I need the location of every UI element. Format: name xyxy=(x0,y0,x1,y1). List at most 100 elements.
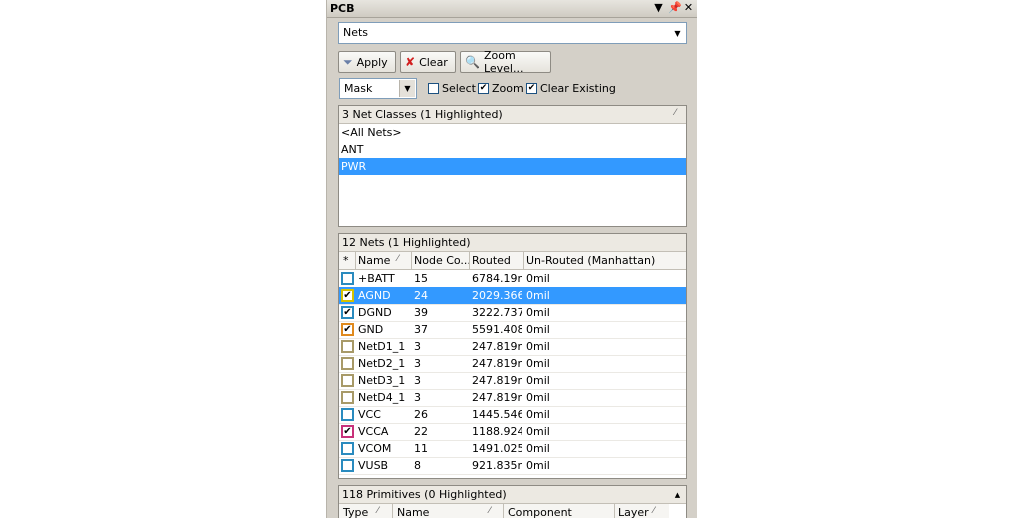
net-highlight-checkbox[interactable] xyxy=(341,459,354,472)
col-name[interactable]: Name xyxy=(358,254,390,267)
select-option-label: Select xyxy=(442,82,476,95)
net-highlight-checkbox[interactable] xyxy=(341,408,354,421)
net-unrouted-cell: 0mil xyxy=(526,459,550,472)
net-highlight-checkbox[interactable] xyxy=(341,374,354,387)
net-unrouted-cell: 0mil xyxy=(526,289,550,302)
net-unrouted-cell: 0mil xyxy=(526,442,550,455)
net-highlight-checkbox[interactable] xyxy=(341,442,354,455)
net-highlight-checkbox[interactable]: ✔ xyxy=(341,323,354,336)
table-row[interactable]: VCC 26 1445.546mil 0mil xyxy=(339,406,686,424)
nets-header-label: 12 Nets (1 Highlighted) xyxy=(342,236,471,249)
net-nodes-cell: 37 xyxy=(414,323,428,336)
net-class-item[interactable]: PWR xyxy=(339,158,686,175)
table-row[interactable]: NetD2_1 3 247.819mil 0mil xyxy=(339,355,686,373)
column-divider[interactable] xyxy=(411,252,412,269)
zoom-level-button[interactable]: 🔍 Zoom Level... xyxy=(460,49,551,75)
mode-select[interactable]: Nets ▼ xyxy=(338,22,687,44)
column-divider[interactable] xyxy=(355,252,356,269)
table-row[interactable]: NetD4_1 3 247.819mil 0mil xyxy=(339,389,686,407)
column-divider[interactable] xyxy=(503,504,504,518)
zoom-checkbox[interactable]: ✔ xyxy=(478,83,489,94)
magnifier-icon: 🔍 xyxy=(465,55,480,69)
net-name-cell: AGND xyxy=(358,289,391,302)
net-highlight-checkbox[interactable] xyxy=(341,272,354,285)
table-row[interactable]: VUSB 8 921.835mil 0mil xyxy=(339,457,686,475)
clear-existing-checkbox[interactable]: ✔ xyxy=(526,83,537,94)
col-star[interactable]: * xyxy=(343,254,349,267)
col-type[interactable]: Type xyxy=(343,506,368,518)
column-divider[interactable] xyxy=(392,504,393,518)
column-divider[interactable] xyxy=(523,252,524,269)
table-row[interactable]: ✔ AGND 24 2029.366mil 0mil xyxy=(339,287,686,305)
pin-icon[interactable]: 📌 xyxy=(668,1,682,15)
col-layer[interactable]: Layer xyxy=(618,506,649,518)
table-row[interactable]: NetD3_1 3 247.819mil 0mil xyxy=(339,372,686,390)
net-name-cell: VCOM xyxy=(358,442,392,455)
table-row[interactable]: VCOM 11 1491.025mil 0mil xyxy=(339,440,686,458)
select-checkbox[interactable] xyxy=(428,83,439,94)
checkmark-icon: ✔ xyxy=(343,426,352,437)
chevron-down-icon[interactable]: ▼ xyxy=(399,80,415,97)
net-unrouted-cell: 0mil xyxy=(526,391,550,404)
col-routed[interactable]: Routed xyxy=(472,254,511,267)
net-nodes-cell: 24 xyxy=(414,289,428,302)
net-unrouted-cell: 0mil xyxy=(526,323,550,336)
net-highlight-checkbox[interactable]: ✔ xyxy=(341,425,354,438)
zoom-option-label: Zoom xyxy=(492,82,524,95)
net-name-cell: VUSB xyxy=(358,459,389,472)
mask-select[interactable]: Mask ▼ xyxy=(339,78,417,99)
net-classes-header-label: 3 Net Classes (1 Highlighted) xyxy=(342,108,503,121)
primitives-column-header: Type ⁄ Name ⁄ Component Layer ⁄ xyxy=(339,504,669,518)
clear-icon: ✘ xyxy=(405,55,416,69)
select-option[interactable]: Select xyxy=(428,81,476,96)
table-row[interactable]: NetD1_1 3 247.819mil 0mil xyxy=(339,338,686,356)
net-highlight-checkbox[interactable] xyxy=(341,391,354,404)
table-row[interactable]: +BATT 15 6784.19mil 0mil xyxy=(339,270,686,288)
net-name-cell: NetD1_1 xyxy=(358,340,406,353)
sort-icon: ⁄ xyxy=(653,506,655,516)
net-unrouted-cell: 0mil xyxy=(526,272,550,285)
nets-column-header: * Name ⁄ Node Co... Routed Un-Routed (Ma… xyxy=(339,252,686,270)
net-nodes-cell: 22 xyxy=(414,425,428,438)
net-routed-cell: 1188.924mil xyxy=(472,425,522,438)
scroll-up-arrow-icon[interactable]: ▲ xyxy=(670,487,685,502)
col-unrouted[interactable]: Un-Routed (Manhattan) xyxy=(526,254,655,267)
clear-button[interactable]: ✘ Clear xyxy=(400,51,456,73)
table-row[interactable]: ✔ GND 37 5591.408mil 0mil xyxy=(339,321,686,339)
clear-existing-option[interactable]: ✔ Clear Existing xyxy=(526,81,616,96)
net-name-cell: VCC xyxy=(358,408,381,421)
net-nodes-cell: 15 xyxy=(414,272,428,285)
zoom-option[interactable]: ✔ Zoom xyxy=(478,81,524,96)
net-highlight-checkbox[interactable] xyxy=(341,340,354,353)
net-routed-cell: 247.819mil xyxy=(472,391,522,404)
chevron-down-icon[interactable]: ▼ xyxy=(670,24,685,42)
net-highlight-checkbox[interactable]: ✔ xyxy=(341,289,354,302)
net-name-cell: NetD3_1 xyxy=(358,374,406,387)
filter-icon: ⏷ xyxy=(343,54,353,69)
close-icon[interactable]: ✕ xyxy=(682,1,695,15)
col-component[interactable]: Component xyxy=(508,506,572,518)
net-nodes-cell: 8 xyxy=(414,459,421,472)
net-routed-cell: 1445.546mil xyxy=(472,408,522,421)
net-class-item[interactable]: ANT xyxy=(339,141,686,158)
net-highlight-checkbox[interactable]: ✔ xyxy=(341,306,354,319)
panel-menu-icon[interactable]: ▼ xyxy=(652,1,665,15)
column-divider[interactable] xyxy=(614,504,615,518)
net-name-cell: VCCA xyxy=(358,425,389,438)
apply-button[interactable]: ⏷ Apply xyxy=(338,51,396,73)
net-highlight-checkbox[interactable] xyxy=(341,357,354,370)
table-row[interactable]: ✔ VCCA 22 1188.924mil 0mil xyxy=(339,423,686,441)
table-row[interactable]: ✔ DGND 39 3222.737mil 0mil xyxy=(339,304,686,322)
sort-icon[interactable]: ⁄ xyxy=(674,108,676,118)
col-node-count[interactable]: Node Co... xyxy=(414,254,471,267)
col-prim-name[interactable]: Name xyxy=(397,506,429,518)
net-class-item[interactable]: <All Nets> xyxy=(339,124,686,141)
primitives-header: 118 Primitives (0 Highlighted) ▲ xyxy=(339,486,686,504)
sort-icon: ⁄ xyxy=(489,506,491,516)
net-unrouted-cell: 0mil xyxy=(526,374,550,387)
net-routed-cell: 6784.19mil xyxy=(472,272,522,285)
nets-header: 12 Nets (1 Highlighted) xyxy=(339,234,686,252)
column-divider[interactable] xyxy=(469,252,470,269)
net-unrouted-cell: 0mil xyxy=(526,425,550,438)
checkmark-icon: ✔ xyxy=(343,324,352,335)
